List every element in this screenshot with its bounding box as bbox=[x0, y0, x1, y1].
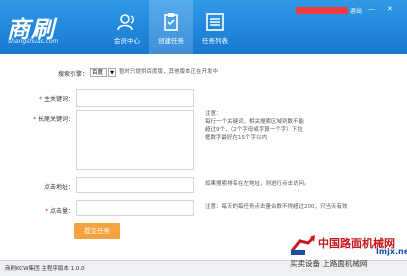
clipboard-icon bbox=[164, 13, 178, 31]
nav-member-center[interactable]: 会员中心 bbox=[105, 0, 149, 54]
create-task-panel bbox=[0, 54, 407, 260]
username-redacted bbox=[296, 7, 348, 14]
nav-label: 会员中心 bbox=[114, 37, 140, 45]
click-url-input[interactable] bbox=[76, 177, 194, 193]
click-url-label: 点击地址： bbox=[43, 184, 74, 191]
clicks-label: * 点击量： bbox=[45, 208, 74, 215]
long-tail-keyword-textarea[interactable] bbox=[76, 110, 194, 170]
close-button[interactable]: ✕ bbox=[387, 5, 393, 13]
clicks-note: 注意：每天的每任务点击量合数不得超过200，只当天有效 bbox=[205, 204, 348, 210]
engine-label: 搜索引擎： bbox=[57, 71, 88, 78]
engine-select[interactable]: 百度 bbox=[90, 68, 107, 77]
nav-task-list[interactable]: 任务列表 bbox=[193, 0, 237, 54]
version-text: 商刷KCW集团 主程序版本 1.0.0 bbox=[5, 266, 85, 272]
watermark-slogan: 买卖设备 上路面机械网 bbox=[290, 259, 368, 268]
nav-label: 任务列表 bbox=[202, 37, 228, 45]
nav-label: 创建任务 bbox=[158, 37, 184, 45]
minimize-button[interactable]: — bbox=[368, 5, 375, 13]
main-keyword-label: * 主关键词： bbox=[39, 96, 74, 103]
click-url-note: 如果搜索排名在左地址，则进行点击访问。 bbox=[205, 181, 310, 187]
clicks-input[interactable] bbox=[76, 200, 194, 216]
list-icon bbox=[206, 13, 224, 31]
logo-subtext: shangshuas.com bbox=[8, 38, 59, 45]
watermark: 中国路面机械网 lmjx.net 买卖设备 上路面机械网 bbox=[288, 233, 407, 273]
submit-task-button[interactable]: 提交任务 bbox=[74, 223, 120, 239]
long-tail-keyword-label: * 长尾关键词： bbox=[33, 116, 74, 123]
logout-link[interactable]: 退出 bbox=[350, 6, 362, 15]
long-tail-note: 注意： 每行一个关键词，相关搜索区域到数不能超过9个，（2个字母或字算一个字）下… bbox=[205, 111, 305, 141]
nav-create-task[interactable]: 创建任务 bbox=[149, 0, 193, 54]
main-keyword-input[interactable] bbox=[76, 89, 194, 107]
user-icon bbox=[117, 14, 134, 31]
excavator-logo-icon bbox=[290, 235, 316, 255]
app-header: 商刷 shangshuas.com 会员中心 创建任务 任务列表 退出 — ✕ bbox=[0, 0, 407, 54]
logo: 商刷 shangshuas.com bbox=[5, 6, 65, 48]
engine-note: 暂时只提供百度版，其他版本正在开发中 bbox=[119, 69, 219, 75]
watermark-en: lmjx.net bbox=[376, 247, 407, 256]
chevron-down-icon[interactable]: ▼ bbox=[108, 68, 116, 77]
